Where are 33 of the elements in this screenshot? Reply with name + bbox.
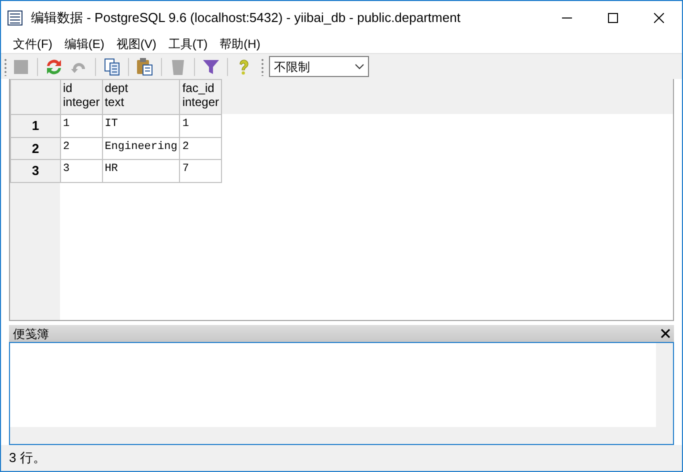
table-cell: HR bbox=[102, 160, 180, 182]
maximize-icon bbox=[608, 13, 618, 23]
menu-item[interactable]: 编辑(E) bbox=[58, 35, 110, 53]
status-text: 3 行。 bbox=[1, 445, 682, 471]
table-cell: 7 bbox=[180, 160, 222, 182]
panel-title: 便笺簿 bbox=[13, 326, 49, 342]
chevron-down-icon bbox=[355, 64, 364, 70]
menu-item[interactable]: 帮助(H) bbox=[214, 35, 266, 53]
scrollbar[interactable] bbox=[656, 343, 673, 427]
menu-item[interactable]: 文件(F) bbox=[7, 35, 58, 53]
row-header[interactable]: 3 bbox=[10, 160, 60, 182]
table-cell: 2 bbox=[60, 137, 102, 160]
copy-icon[interactable] bbox=[102, 56, 122, 76]
column-header[interactable]: id integer bbox=[60, 80, 102, 114]
close-icon[interactable] bbox=[661, 329, 670, 338]
table-cell: IT bbox=[102, 114, 180, 137]
row-header[interactable]: 1 bbox=[10, 114, 60, 137]
limit-dropdown[interactable]: 不限制 bbox=[269, 56, 369, 77]
app-icon bbox=[7, 10, 23, 26]
column-header[interactable]: dept text bbox=[102, 80, 180, 114]
row-header[interactable]: 2 bbox=[10, 137, 60, 160]
menu-item[interactable]: 视图(V) bbox=[110, 35, 162, 53]
table-cell: Engineering bbox=[102, 137, 180, 160]
column-header[interactable]: fac_id integer bbox=[180, 80, 222, 114]
window-title: 编辑数据 - PostgreSQL 9.6 (localhost:5432) - yiibai_db - public.department bbox=[31, 9, 460, 28]
table-cell: 1 bbox=[180, 114, 222, 137]
table-cell: 2 bbox=[180, 137, 222, 160]
paste-icon[interactable] bbox=[135, 56, 155, 76]
scrollbar[interactable] bbox=[10, 427, 673, 444]
table-cell: 1 bbox=[60, 114, 102, 137]
table-cell: 3 bbox=[60, 160, 102, 182]
menu-item[interactable]: 工具(T) bbox=[162, 35, 214, 53]
close-icon bbox=[654, 13, 664, 23]
